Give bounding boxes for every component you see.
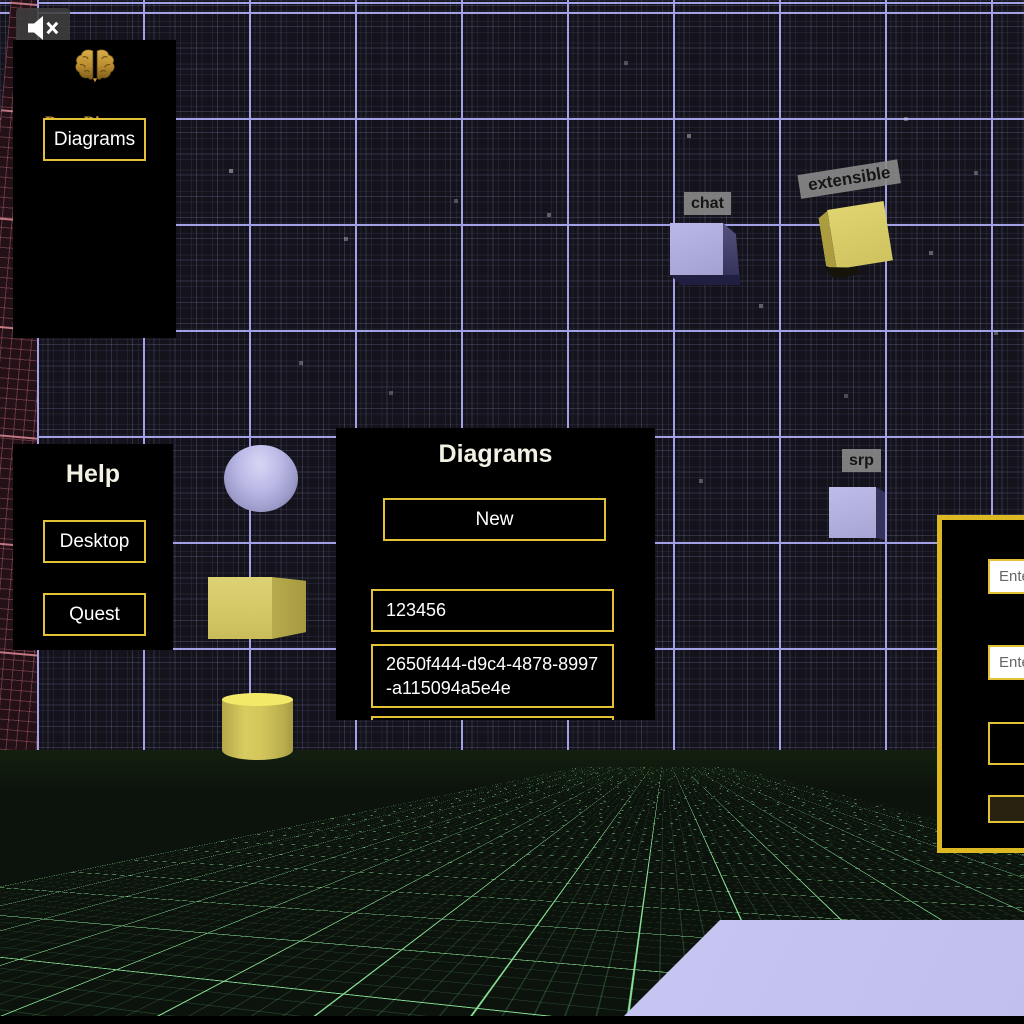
diagram-list-item-partial[interactable] bbox=[371, 716, 614, 720]
diagrams-panel-title: Diagrams bbox=[336, 440, 655, 469]
brand-panel: Deep Diagram DESIGNER Diagrams bbox=[13, 40, 176, 338]
node-cube-chat[interactable] bbox=[670, 223, 723, 275]
node-label-srp[interactable]: srp bbox=[842, 449, 881, 472]
node-cube-chat-bottom bbox=[670, 275, 740, 285]
cube-shape-side bbox=[272, 577, 306, 639]
new-diagram-button[interactable]: New bbox=[383, 498, 606, 541]
bottom-letterbox bbox=[0, 1016, 1024, 1024]
diagrams-panel: Diagrams New 123456 2650f444-d9c4-4878-8… bbox=[336, 428, 655, 720]
help-panel: Help Desktop Quest bbox=[13, 444, 173, 650]
help-panel-title: Help bbox=[13, 460, 173, 489]
help-quest-button[interactable]: Quest bbox=[43, 593, 146, 636]
diagram-list-item[interactable]: 123456 bbox=[371, 589, 614, 632]
cylinder-shape bbox=[222, 693, 293, 760]
side-panel-input-1[interactable]: Ente bbox=[988, 559, 1024, 594]
side-panel-field-olive[interactable] bbox=[988, 795, 1024, 823]
node-cube-extensible[interactable] bbox=[827, 201, 893, 269]
node-cube-srp-side bbox=[876, 487, 885, 540]
floor bbox=[0, 750, 1024, 1024]
node-extensible[interactable]: extensible bbox=[795, 158, 924, 292]
floor-grid bbox=[0, 767, 1024, 1024]
cube-shape-front bbox=[208, 577, 272, 639]
cylinder-body bbox=[222, 699, 293, 760]
brain-logo-icon bbox=[13, 46, 176, 86]
diagram-list-item[interactable]: 2650f444-d9c4-4878-8997-a115094a5e4e bbox=[371, 644, 614, 708]
vr-scene: chat extensible srp bbox=[0, 0, 1024, 1024]
side-panel-input-2[interactable]: Ente bbox=[988, 645, 1024, 680]
side-panel-field-dark[interactable] bbox=[988, 722, 1024, 765]
side-panel: Ente Ente bbox=[937, 515, 1024, 853]
sphere-shape bbox=[224, 445, 298, 512]
diagrams-menu-button[interactable]: Diagrams bbox=[43, 118, 146, 161]
node-label-chat[interactable]: chat bbox=[684, 192, 731, 215]
node-cube-srp[interactable] bbox=[829, 487, 876, 538]
cylinder-top bbox=[222, 693, 293, 706]
help-desktop-button[interactable]: Desktop bbox=[43, 520, 146, 563]
